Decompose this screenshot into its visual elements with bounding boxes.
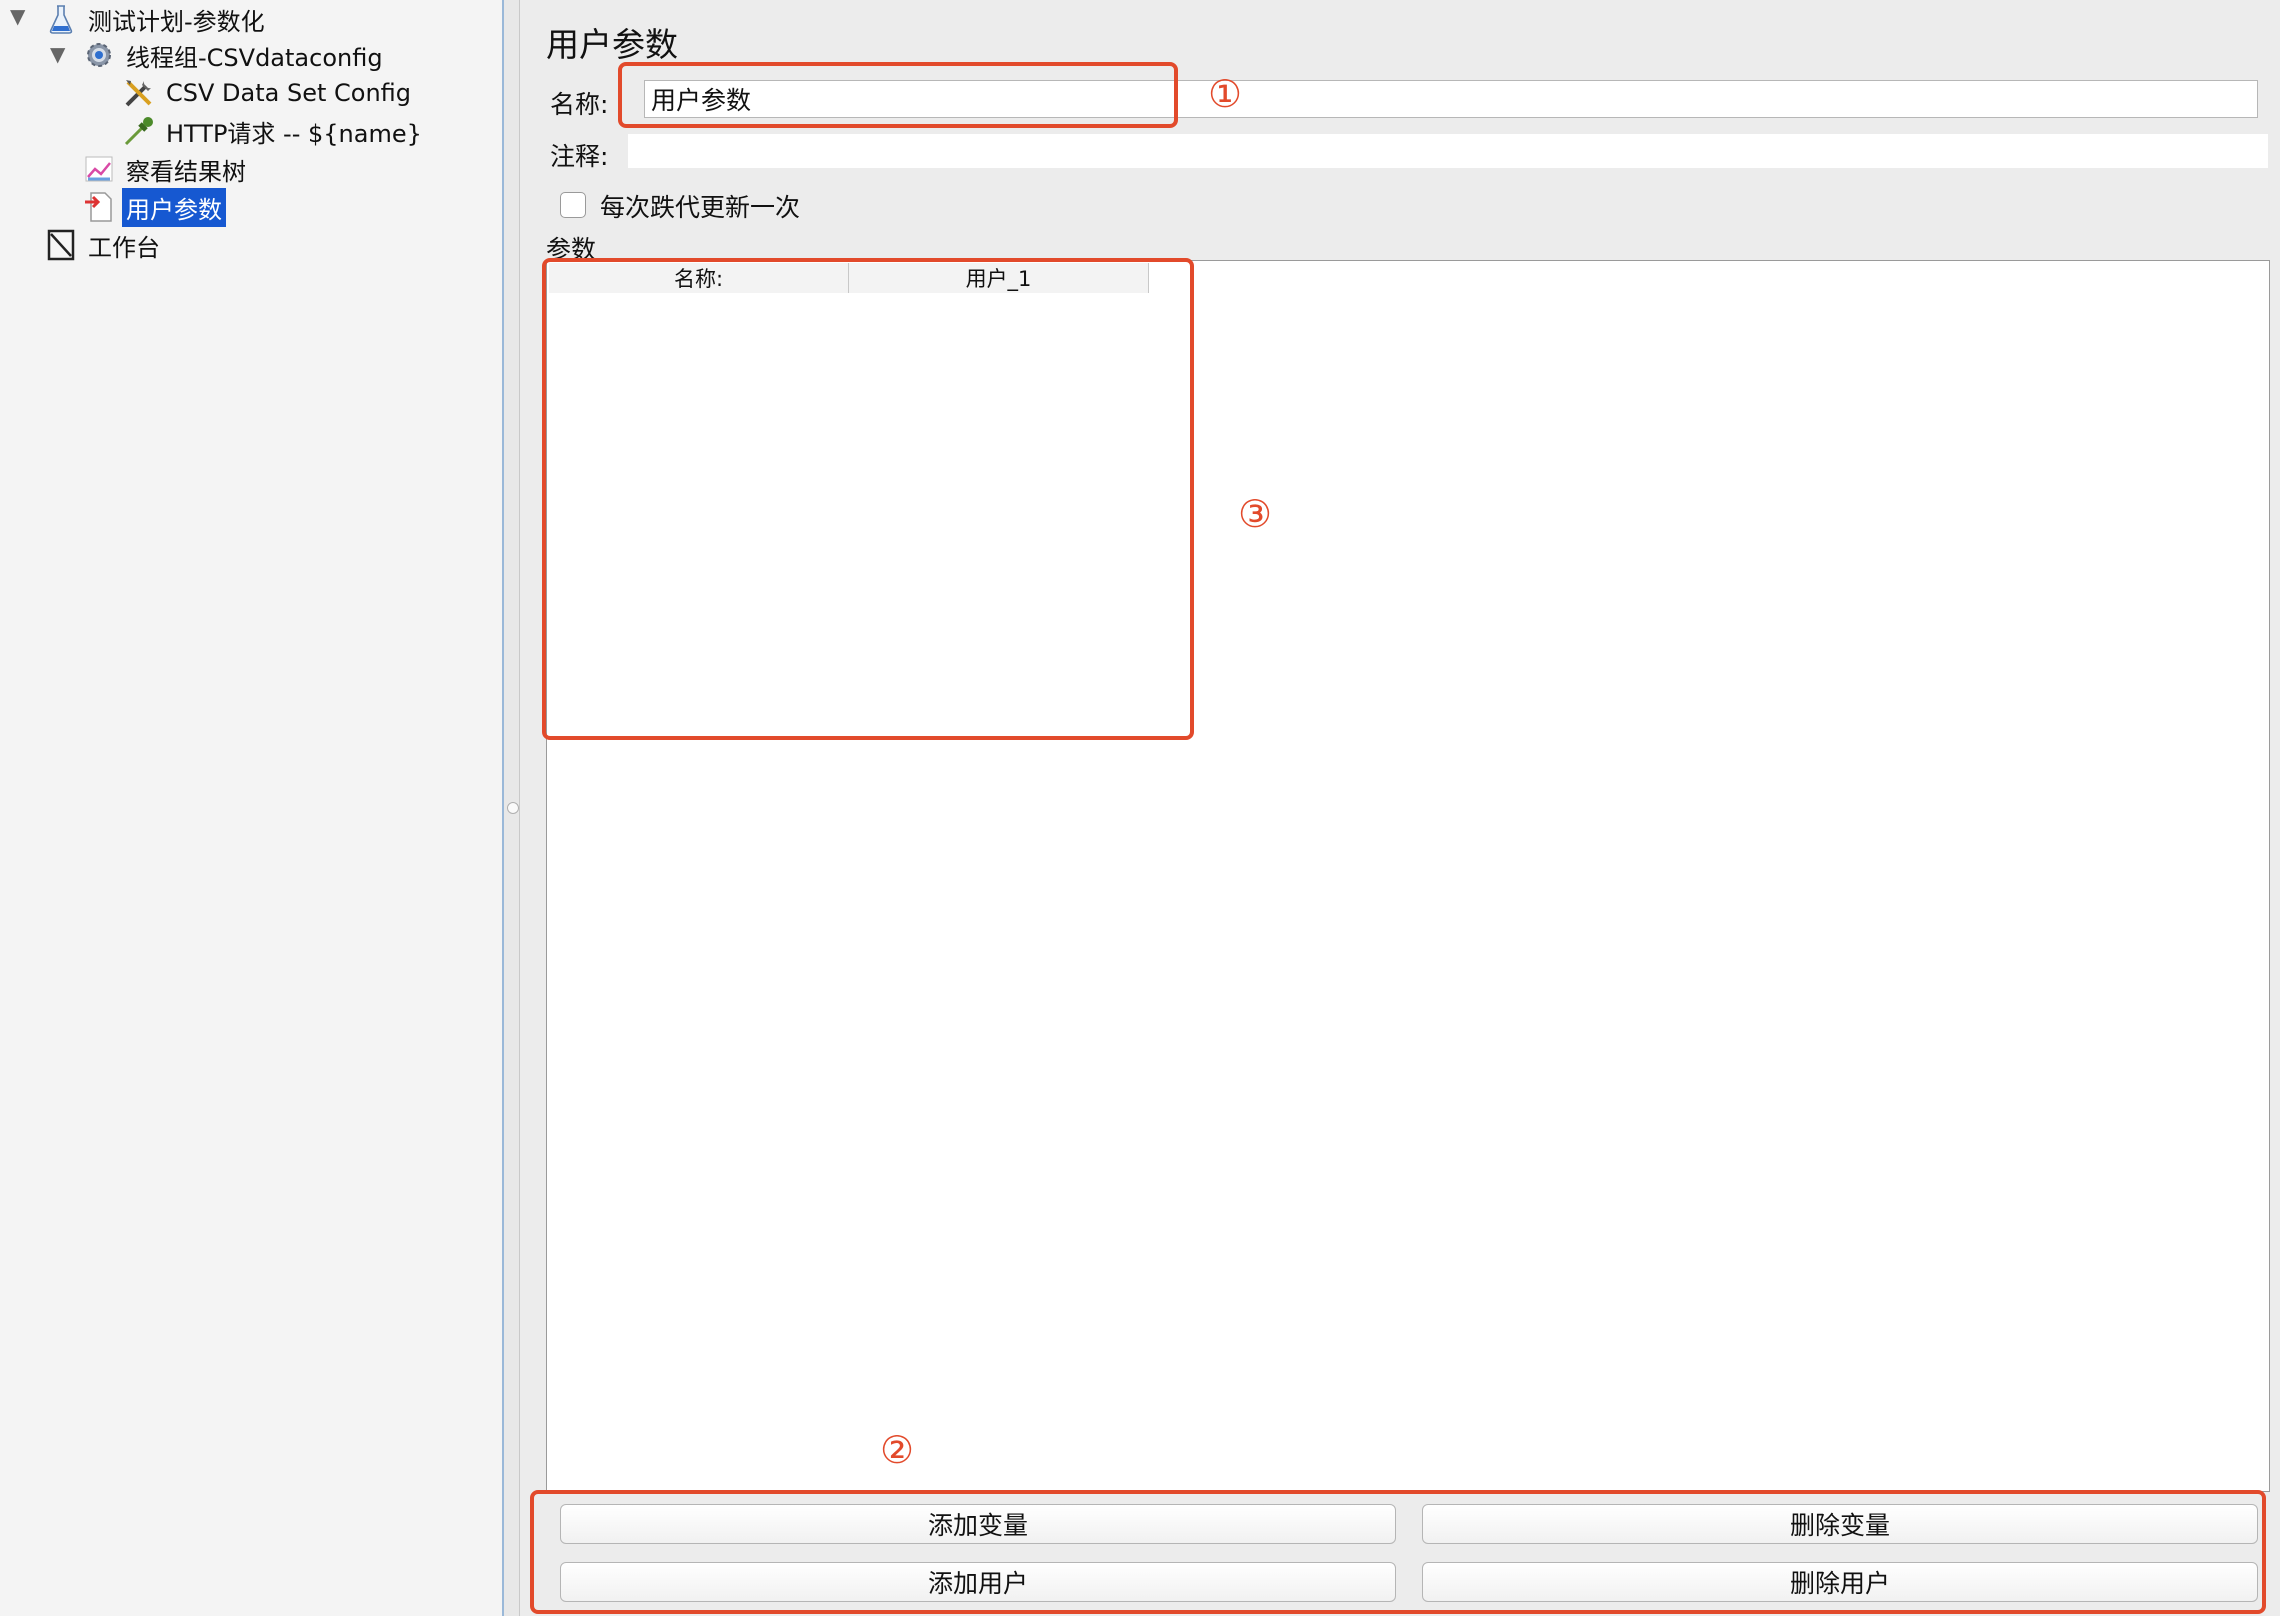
tree-item-label: CSV Data Set Config [166,79,412,107]
flask-icon [44,2,78,36]
tree-item-csv-data-set-config[interactable]: CSV Data Set Config [122,74,415,112]
tree-item-thread-group[interactable]: 线程组-CSVdataconfig [82,36,387,74]
pane-splitter[interactable] [502,0,520,1616]
annotation-box-table [542,258,1194,740]
annotation-box-name-field [618,62,1178,128]
gear-icon [82,38,116,72]
tree-item-label: 线程组-CSVdataconfig [126,43,383,72]
tree-item-label: 察看结果树 [126,157,246,186]
test-plan-tree: ▼ 测试计划-参数化 ▼ 线程组-CSVdataconfig CSV Data … [0,0,502,1616]
comment-label: 注释: [550,142,609,171]
splitter-handle[interactable] [507,802,519,814]
page-title: 用户参数 [546,25,678,64]
tree-item-label: 测试计划-参数化 [88,7,265,36]
tree-item-user-parameters[interactable]: 用户参数 [82,187,226,227]
tree-item-workbench[interactable]: 工作台 [44,226,164,264]
chart-icon [82,152,116,186]
document-arrow-icon [82,190,116,224]
update-each-iteration-label: 每次跌代更新一次 [600,193,801,222]
pipette-icon [122,114,156,148]
tree-item-label: HTTP请求 -- ${name} [166,119,422,148]
tree-item-test-plan[interactable]: 测试计划-参数化 [44,0,269,38]
expand-triangle-icon[interactable]: ▼ [10,4,25,28]
name-label: 名称: [550,90,609,119]
tree-item-label: 用户参数 [122,187,226,227]
comment-input[interactable] [628,134,2268,168]
user-parameters-panel: 用户参数 名称: 注释: 每次跌代更新一次 参数 名称: 用户_1 添加变量 删… [520,0,2280,1616]
tree-item-http-request[interactable]: HTTP请求 -- ${name} [122,112,426,150]
tree-item-label: 工作台 [88,233,160,262]
workbench-icon [44,228,78,262]
tree-item-view-results-tree[interactable]: 察看结果树 [82,150,250,188]
annotation-number-3: ③ [1238,492,1273,536]
annotation-box-buttons [530,1490,2266,1614]
tools-icon [122,76,156,110]
update-each-iteration-checkbox[interactable] [560,192,586,218]
expand-triangle-icon[interactable]: ▼ [50,42,65,66]
annotation-number-1: ① [1208,72,1243,116]
annotation-number-2: ② [880,1428,915,1472]
